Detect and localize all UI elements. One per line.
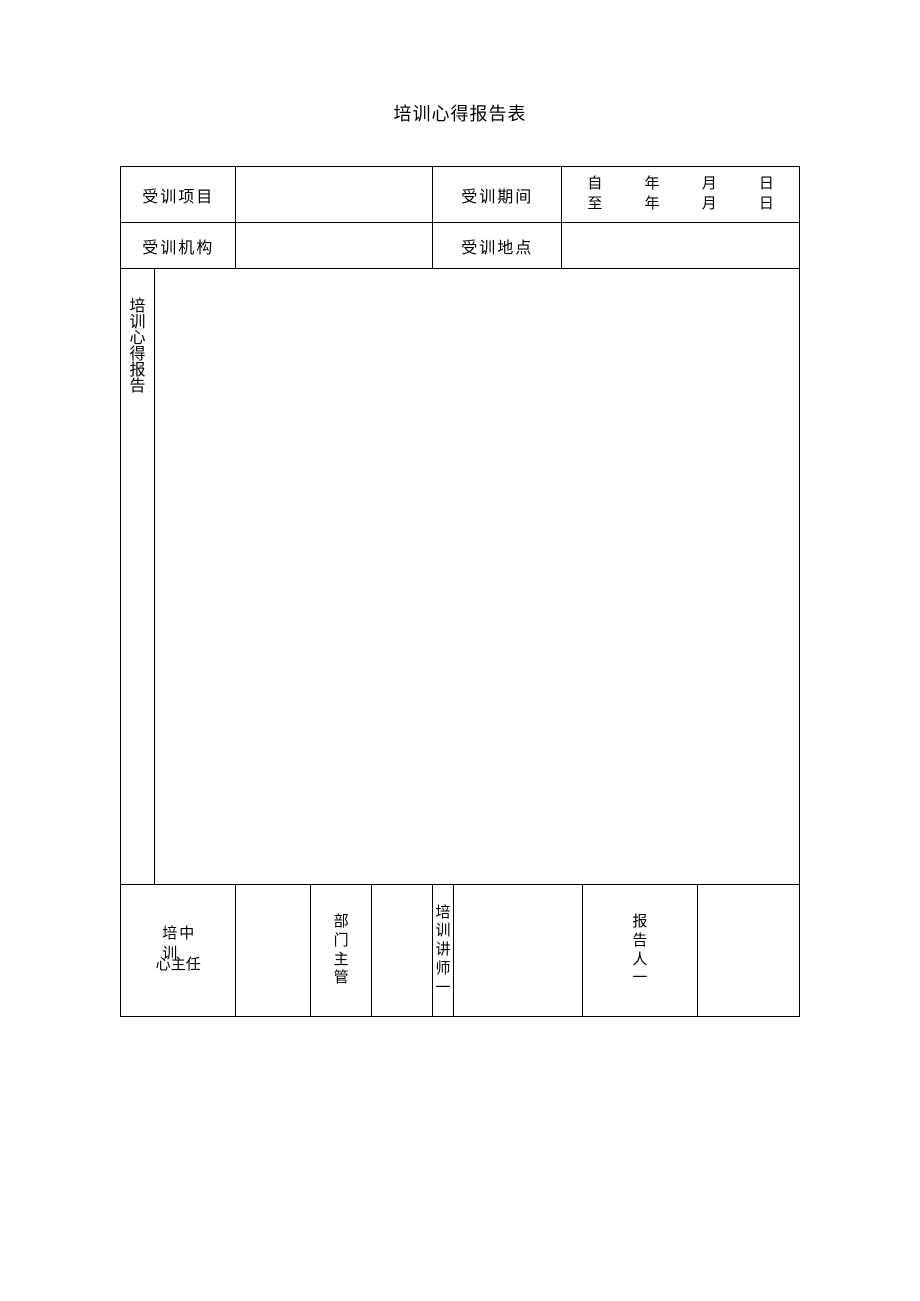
page-title: 培训心得报告表 xyxy=(120,100,800,126)
page: 培训心得报告表 受训项目 受训期间 自 至 xyxy=(0,0,920,1017)
row-report: 培 训 心 得 报 告 xyxy=(121,269,800,885)
period-year: 年 年 xyxy=(645,175,660,214)
label-org: 受训机构 xyxy=(121,223,236,269)
field-reporter-sign[interactable] xyxy=(698,885,800,1017)
label-period: 受训期间 xyxy=(433,167,562,223)
label-lecturer: 培 训 讲 师 一 xyxy=(433,885,453,1017)
label-project: 受训项目 xyxy=(121,167,236,223)
label-dept: 部 门 主 管 xyxy=(311,885,372,1017)
row-project-period: 受训项目 受训期间 自 至 年 年 月 月 xyxy=(121,167,800,223)
field-project[interactable] xyxy=(236,167,433,223)
label-director: 培 训 中 心 主 任 xyxy=(121,885,236,1017)
field-dept-sign[interactable] xyxy=(372,885,433,1017)
period-fromto: 自 至 xyxy=(587,175,602,214)
row-signatures: 培 训 中 心 主 任 部 门 xyxy=(121,885,800,1017)
field-director-sign[interactable] xyxy=(236,885,311,1017)
form-table: 受训项目 受训期间 自 至 年 年 月 月 xyxy=(120,166,800,1017)
period-day: 日 日 xyxy=(759,175,774,214)
field-org[interactable] xyxy=(236,223,433,269)
label-reporter: 报 告 人 一 xyxy=(582,885,697,1017)
field-lecturer-sign[interactable] xyxy=(453,885,582,1017)
row-org-location: 受训机构 受训地点 xyxy=(121,223,800,269)
label-report-vertical: 培 训 心 得 报 告 xyxy=(121,269,155,885)
field-period[interactable]: 自 至 年 年 月 月 日 日 xyxy=(562,167,800,223)
label-location: 受训地点 xyxy=(433,223,562,269)
field-report-body[interactable] xyxy=(154,269,799,885)
field-location[interactable] xyxy=(562,223,800,269)
period-month: 月 月 xyxy=(702,175,717,214)
